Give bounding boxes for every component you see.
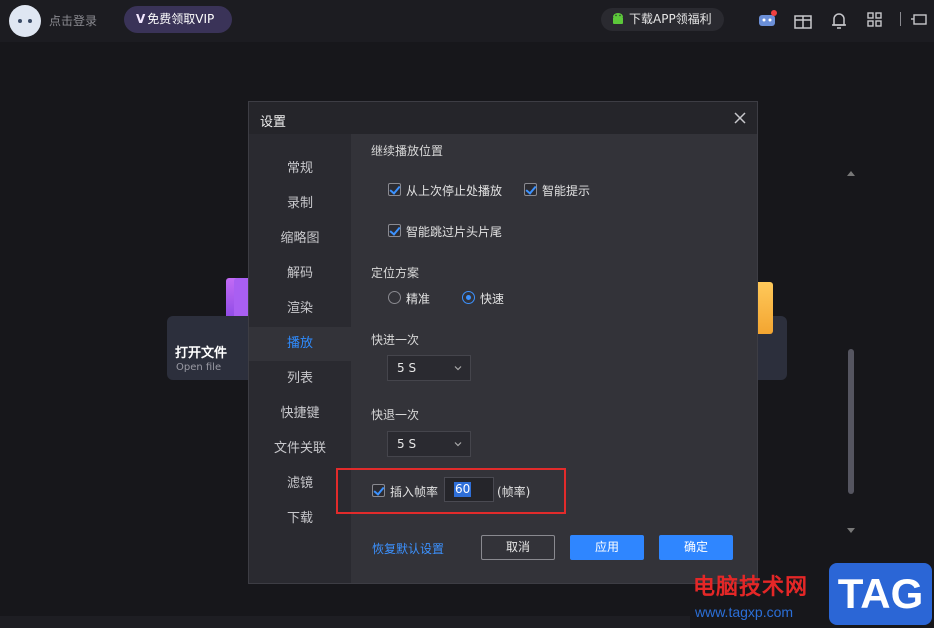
seek-fast-radio[interactable] (462, 291, 475, 304)
folder-graphic (757, 282, 773, 334)
backward-step-value: 5 S (397, 437, 417, 451)
chevron-down-icon (454, 442, 462, 447)
backward-step-select[interactable]: 5 S (387, 431, 471, 457)
vip-logo-icon: V (136, 12, 146, 26)
open-file-card[interactable]: 打开文件 Open file (167, 316, 257, 380)
nav-item-render[interactable]: 渲染 (249, 292, 351, 326)
reset-defaults-link[interactable]: 恢复默认设置 (372, 540, 444, 557)
forward-step-value: 5 S (397, 361, 417, 375)
settings-content: 继续播放位置 从上次停止处播放 智能提示 智能跳过片头片尾 定位方案 精准 快速… (351, 134, 855, 583)
open-file-title: 打开文件 (175, 346, 228, 361)
dialog-header: 设置 (249, 102, 757, 134)
watermark-url: www.tagxp.com (695, 604, 794, 620)
apply-button[interactable]: 应用 (570, 535, 644, 560)
chevron-down-icon (454, 366, 462, 371)
android-icon (613, 13, 623, 24)
watermark-logo: TAG (829, 563, 932, 625)
nav-item-file-assoc[interactable]: 文件关联 (249, 432, 351, 466)
download-app-label: 下载APP领福利 (629, 12, 712, 26)
login-link[interactable]: 点击登录 (49, 12, 97, 29)
toolbar-divider (900, 12, 901, 26)
ok-button[interactable]: 确定 (659, 535, 733, 560)
skip-intro-label[interactable]: 智能跳过片头片尾 (406, 223, 502, 240)
seek-precise-label[interactable]: 精准 (406, 290, 430, 307)
controller-icon[interactable] (756, 9, 778, 31)
cancel-button[interactable]: 取消 (481, 535, 555, 560)
avatar[interactable] (9, 5, 41, 37)
bell-icon[interactable] (828, 9, 850, 31)
vip-button[interactable]: V 免费领取VIP (124, 6, 232, 33)
nav-item-shortcuts[interactable]: 快捷键 (249, 397, 351, 431)
resume-last-checkbox[interactable] (388, 183, 401, 196)
nav-item-general[interactable]: 常规 (249, 152, 351, 186)
nav-item-playback[interactable]: 播放 (249, 327, 351, 361)
close-icon[interactable] (732, 110, 748, 126)
backward-section-label: 快退一次 (371, 408, 420, 422)
seek-fast-label[interactable]: 快速 (480, 290, 504, 307)
nav-item-list[interactable]: 列表 (249, 362, 351, 396)
scrollbar-thumb[interactable] (848, 349, 854, 494)
scroll-up-icon[interactable] (847, 171, 855, 176)
seek-section-label: 定位方案 (371, 266, 420, 280)
settings-nav: 常规 录制 缩略图 解码 渲染 播放 列表 快捷键 文件关联 滤镜 下载 (249, 134, 351, 583)
forward-step-select[interactable]: 5 S (387, 355, 471, 381)
scroll-down-icon[interactable] (847, 528, 855, 533)
nav-item-thumbnail[interactable]: 缩略图 (249, 222, 351, 256)
forward-section-label: 快进一次 (371, 333, 420, 347)
skip-intro-checkbox[interactable] (388, 224, 401, 237)
nav-item-decode[interactable]: 解码 (249, 257, 351, 291)
bottom-bar (0, 616, 690, 628)
grid-icon[interactable] (864, 9, 886, 31)
smart-hint-checkbox[interactable] (524, 183, 537, 196)
top-bar: 点击登录 V 免费领取VIP 下载APP领福利 (0, 0, 934, 42)
dialog-title: 设置 (260, 115, 287, 130)
nav-item-record[interactable]: 录制 (249, 187, 351, 221)
open-file-subtitle: Open file (176, 362, 222, 373)
gift-icon[interactable] (792, 9, 814, 31)
vip-label: 免费领取VIP (147, 12, 215, 26)
minimize-icon[interactable] (908, 9, 930, 31)
watermark-text: 电脑技术网 (693, 575, 809, 600)
highlight-box (336, 468, 566, 514)
seek-precise-radio[interactable] (388, 291, 401, 304)
smart-hint-label[interactable]: 智能提示 (542, 182, 590, 199)
download-app-button[interactable]: 下载APP领福利 (601, 8, 724, 31)
resume-last-label[interactable]: 从上次停止处播放 (406, 182, 502, 199)
resume-section-label: 继续播放位置 (371, 144, 444, 158)
